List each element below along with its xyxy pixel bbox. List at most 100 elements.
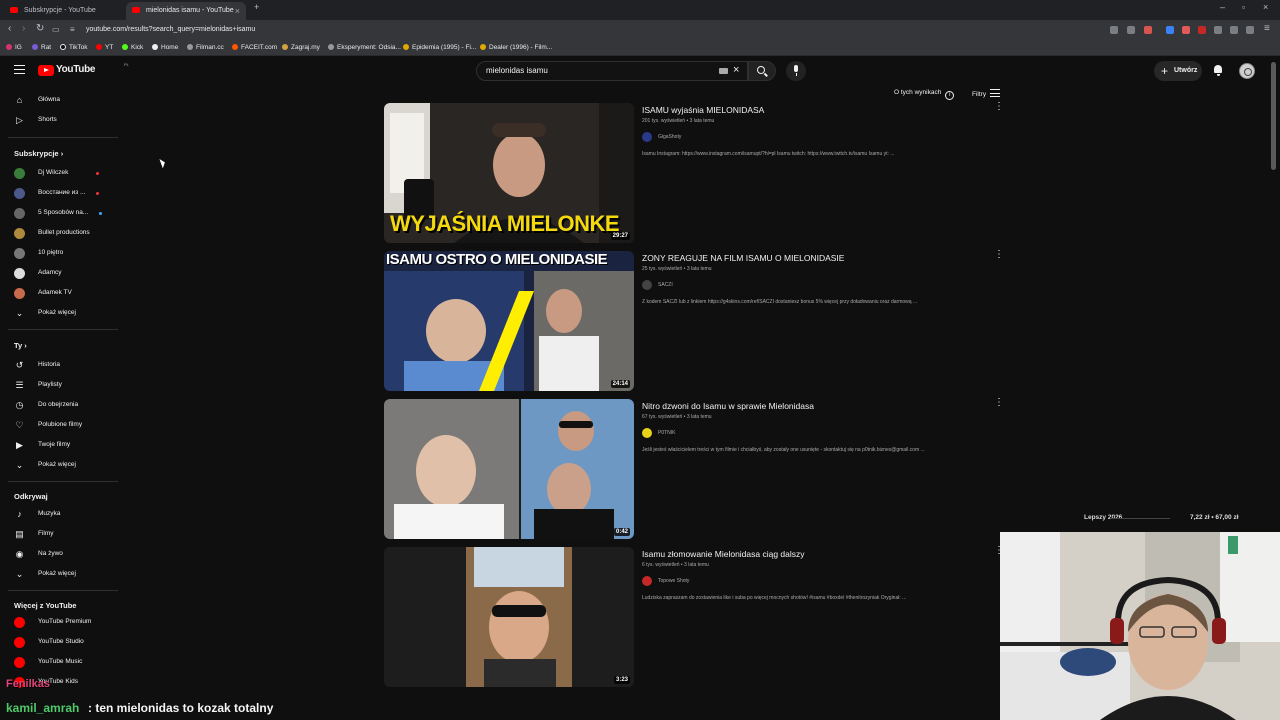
bookmark-item[interactable]: Eksperyment: Odsia... [328, 40, 401, 56]
webcam-overlay [1000, 532, 1280, 720]
share-icon[interactable] [1127, 26, 1135, 34]
video-result[interactable]: ISAMU OSTRO O MIELONIDASIE 24:14 ZONY RE… [384, 250, 1014, 391]
browser-tab-subscriptions[interactable]: Subskrypcje - YouTube [4, 2, 122, 20]
video-title[interactable]: ISAMU wyjaśnia MIELONIDASA [642, 105, 764, 115]
about-results-button[interactable]: O tych wynikach i [894, 89, 955, 100]
extension-icon[interactable] [1198, 26, 1206, 34]
subscriptions-heading[interactable]: Subskrypcje › [14, 149, 63, 158]
your-videos-icon: ▶ [16, 440, 23, 450]
more-options-icon[interactable]: ⋮ [994, 102, 1004, 112]
sidebar-item-show-more[interactable]: ⌄ Pokaż więcej [0, 456, 120, 474]
channel-avatar [14, 228, 25, 239]
sidebar-item-playlists[interactable]: ☰ Playlisty [0, 376, 120, 394]
bookmark-item[interactable]: FACEIT.com [232, 40, 277, 56]
video-thumbnail[interactable]: ISAMU OSTRO O MIELONIDASIE 24:14 [384, 251, 634, 391]
download-icon[interactable] [1230, 26, 1238, 34]
new-tab-icon[interactable]: + [254, 2, 259, 12]
sidebar-item-music[interactable]: ♪ Muzyka [0, 505, 120, 523]
filters-button[interactable]: Filtry [972, 89, 1001, 98]
video-thumbnail[interactable]: 3:23 [384, 547, 634, 687]
sidebar-item-youtube-music[interactable]: YouTube Music [0, 653, 120, 671]
sidebar-item-subscription[interactable]: Bullet productions [0, 224, 120, 242]
sidebar-item-shorts[interactable]: ▷ Shorts [0, 111, 120, 129]
divider [8, 481, 118, 482]
divider [8, 590, 118, 591]
back-icon[interactable]: ‹ [8, 23, 11, 34]
reload-icon[interactable]: ↻ [36, 23, 44, 34]
video-thumbnail[interactable]: 0:42 [384, 399, 634, 539]
extension-icon[interactable] [1166, 26, 1174, 34]
video-thumbnail[interactable]: WYJAŚNIA MIELONKE 29:27 [384, 103, 634, 243]
sidebar-item-youtube-premium[interactable]: YouTube Premium [0, 613, 120, 631]
sidebar-item-subscription[interactable]: Dj Wilczek [0, 164, 120, 182]
bookmark-item[interactable]: Filman.cc [187, 40, 224, 56]
sidebar-item-movies[interactable]: ▤ Filmy [0, 525, 120, 543]
forward-icon[interactable]: › [22, 23, 25, 34]
bookmark-icon [328, 44, 334, 50]
settings-icon[interactable] [1246, 26, 1254, 34]
channel-avatar [14, 288, 25, 299]
clear-search-icon[interactable]: × [733, 64, 739, 76]
cast-icon[interactable] [1110, 26, 1118, 34]
live-indicator [96, 192, 99, 195]
search-button[interactable] [748, 61, 776, 81]
sidebar-item-home[interactable]: ⌂ Główna [0, 91, 120, 109]
video-result[interactable]: 0:42 Nitro dzwoni do Isamu w sprawie Mie… [384, 398, 1014, 539]
bookmark-page-icon[interactable]: ▭ [52, 25, 60, 34]
sidebar-item-youtube-studio[interactable]: YouTube Studio [0, 633, 120, 651]
video-title[interactable]: Nitro dzwoni do Isamu w sprawie Mielonid… [642, 401, 814, 411]
sidebar-item-subscription[interactable]: Восстание из ... [0, 184, 120, 202]
bookmark-item[interactable]: YT [96, 40, 113, 56]
thumbnail-image [384, 399, 634, 539]
you-heading[interactable]: Ty › [14, 341, 27, 350]
voice-search-icon[interactable] [786, 61, 806, 81]
search-input[interactable]: mielonidas isamu [486, 66, 548, 75]
bookmark-item[interactable]: Zagraj.my [282, 40, 320, 56]
more-options-icon[interactable]: ⋮ [994, 250, 1004, 260]
notifications-icon[interactable] [1213, 65, 1223, 76]
video-description: Ludziska zapraszam do zostawienia like i… [642, 595, 907, 601]
sidebar-item-subscription[interactable]: 10 piętro [0, 244, 120, 262]
brave-shield-icon[interactable] [1144, 26, 1152, 34]
url-field[interactable]: youtube.com/results?search_query=mieloni… [86, 20, 255, 40]
avatar[interactable] [1239, 63, 1255, 79]
bookmark-item[interactable]: Epidemia (1995) - Fi... [403, 40, 476, 56]
bookmark-item[interactable]: IG [6, 40, 22, 56]
sidebar-item-subscription[interactable]: Adamek TV [0, 284, 120, 302]
keyboard-icon[interactable] [719, 68, 728, 74]
restore-icon[interactable]: ▫ [1242, 2, 1245, 12]
extensions-icon[interactable] [1214, 26, 1222, 34]
sidebar-item-subscription[interactable]: Adamcy [0, 264, 120, 282]
sidebar-item-history[interactable]: ↺ Historia [0, 356, 120, 374]
extension-icon[interactable] [1182, 26, 1190, 34]
close-tab-icon[interactable]: × [235, 2, 240, 20]
page-scrollbar[interactable] [1271, 62, 1276, 170]
sidebar-item-live[interactable]: ◉ Na żywo [0, 545, 120, 563]
bookmark-item[interactable]: Rat [32, 40, 51, 56]
more-options-icon[interactable]: ⋮ [994, 398, 1004, 408]
video-result[interactable]: WYJAŚNIA MIELONKE 29:27 ISAMU wyjaśnia M… [384, 102, 1014, 243]
sidebar-item-your-videos[interactable]: ▶ Twoje filmy [0, 436, 120, 454]
bookmark-item[interactable]: TikTok [60, 40, 88, 56]
sidebar-item-watch-later[interactable]: ◷ Do obejrzenia [0, 396, 120, 414]
bookmark-item[interactable]: Kick [122, 40, 143, 56]
sidebar-item-show-more[interactable]: ⌄ Pokaż więcej [0, 304, 120, 322]
sidebar-item-subscription[interactable]: 5 Sposobów na... [0, 204, 120, 222]
follow-alert: Fenilkas [6, 678, 51, 690]
hamburger-menu-icon[interactable] [14, 65, 25, 74]
bookmark-item[interactable]: Dealer (1996) - Film... [480, 40, 552, 56]
browser-tab-search[interactable]: mielonidas isamu - YouTube × [126, 2, 246, 20]
video-result[interactable]: 3:23 Isamu złomowanie Mielonidasa ciąg d… [384, 546, 1014, 687]
bookmark-item[interactable]: Home [152, 40, 178, 56]
video-title[interactable]: ZONY REAGUJE NA FILM ISAMU O MIELONIDASI… [642, 253, 844, 263]
menu-icon[interactable]: ≡ [1264, 23, 1270, 34]
search-box[interactable]: mielonidas isamu × [476, 61, 748, 81]
sidebar-item-show-more[interactable]: ⌄ Pokaż więcej [0, 565, 120, 583]
site-info-icon[interactable]: ≡ [70, 25, 75, 34]
sidebar-item-liked[interactable]: ♡ Polubione filmy [0, 416, 120, 434]
close-window-icon[interactable]: × [1263, 2, 1268, 12]
minimize-icon[interactable]: – [1220, 2, 1225, 12]
thumbnail-image [384, 547, 634, 687]
video-title[interactable]: Isamu złomowanie Mielonidasa ciąg dalszy [642, 549, 805, 559]
create-button[interactable]: + Utwórz [1154, 61, 1202, 81]
